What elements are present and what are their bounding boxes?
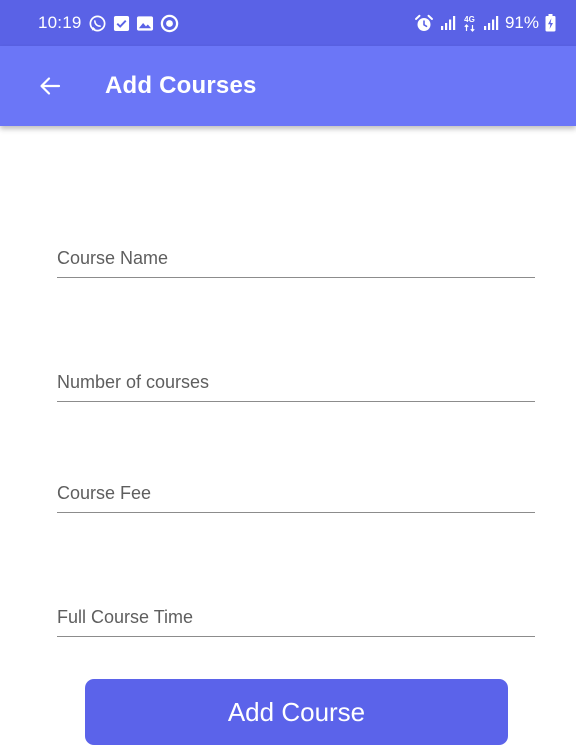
battery-percentage: 91% [504, 13, 539, 32]
whatsapp-icon [88, 14, 107, 33]
signal-icon [440, 15, 456, 31]
course-name-input[interactable] [57, 248, 535, 269]
number-of-courses-input[interactable] [57, 372, 535, 393]
gallery-icon [136, 15, 154, 32]
signal-icon [483, 15, 499, 31]
status-time: 10:19 [38, 13, 82, 32]
course-fee-input[interactable] [57, 483, 535, 504]
app-screen: 10:19 4G 91% Add Courses Course Name Num… [0, 0, 576, 745]
back-button[interactable] [35, 71, 65, 101]
full-course-time-input[interactable] [57, 607, 535, 628]
status-bar-left: 10:19 [38, 13, 179, 33]
check-square-icon [113, 15, 130, 32]
record-icon [160, 14, 179, 33]
add-course-button[interactable]: Add Course [85, 679, 508, 745]
course-fee-field [57, 463, 535, 513]
page-title: Add Courses [105, 72, 257, 99]
battery-charging-icon [545, 14, 556, 32]
status-bar: 10:19 4G 91% [0, 0, 576, 46]
app-bar: Add Courses [0, 46, 576, 126]
status-bar-right: 4G 91% [414, 13, 556, 33]
svg-text:4G: 4G [464, 15, 475, 24]
network-4g-icon: 4G [462, 14, 477, 33]
full-course-time-field [57, 587, 535, 637]
alarm-icon [414, 14, 434, 33]
arrow-left-icon [40, 77, 61, 95]
number-of-courses-field [57, 352, 535, 402]
course-name-field [57, 228, 535, 278]
